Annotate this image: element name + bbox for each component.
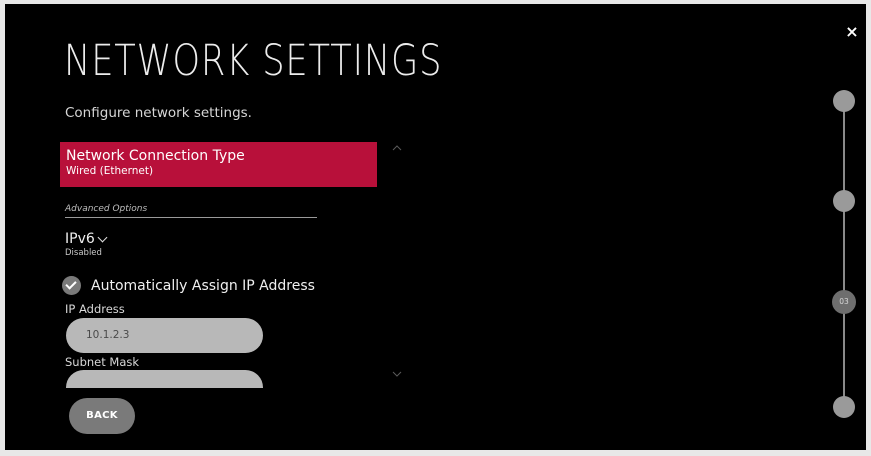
- back-button[interactable]: BACK: [69, 398, 135, 434]
- step-1-dot: [833, 90, 855, 112]
- page-subtitle: Configure network settings.: [65, 105, 252, 121]
- tv-screen: NETWORK SETTINGS Configure network setti…: [5, 4, 866, 450]
- page-title: NETWORK SETTINGS: [64, 36, 443, 86]
- connection-type-value: Wired (Ethernet): [66, 165, 154, 177]
- connection-type-title: Network Connection Type: [66, 148, 245, 164]
- close-icon[interactable]: ×: [844, 24, 860, 40]
- chevron-down-icon: [97, 232, 108, 243]
- step-2-dot: [833, 190, 855, 212]
- stepper-track: [843, 100, 845, 409]
- advanced-options-divider: [65, 217, 317, 218]
- network-connection-type-item[interactable]: Network Connection Type Wired (Ethernet): [60, 142, 377, 187]
- step-4-dot: [833, 396, 855, 418]
- subnet-mask-input[interactable]: [66, 370, 263, 388]
- scroll-down-icon[interactable]: [390, 370, 404, 380]
- auto-assign-ip-checkbox[interactable]: Automatically Assign IP Address: [62, 276, 315, 295]
- ipv6-title: IPv6: [65, 231, 95, 247]
- step-current-dot: 03: [832, 290, 856, 314]
- scroll-up-icon[interactable]: [390, 144, 404, 154]
- subnet-mask-label: Subnet Mask: [65, 355, 140, 369]
- ip-address-label: IP Address: [65, 302, 125, 316]
- ipv6-title-row: IPv6: [65, 231, 108, 248]
- advanced-options-label: Advanced Options: [65, 204, 148, 214]
- auto-assign-ip-label: Automatically Assign IP Address: [91, 277, 315, 294]
- ipv6-dropdown[interactable]: IPv6 Disabled: [65, 231, 108, 258]
- subnet-mask-input-clip: [66, 370, 263, 388]
- check-circle-icon: [62, 276, 81, 295]
- ip-address-input[interactable]: 10.1.2.3: [66, 318, 263, 353]
- ipv6-value: Disabled: [65, 248, 102, 258]
